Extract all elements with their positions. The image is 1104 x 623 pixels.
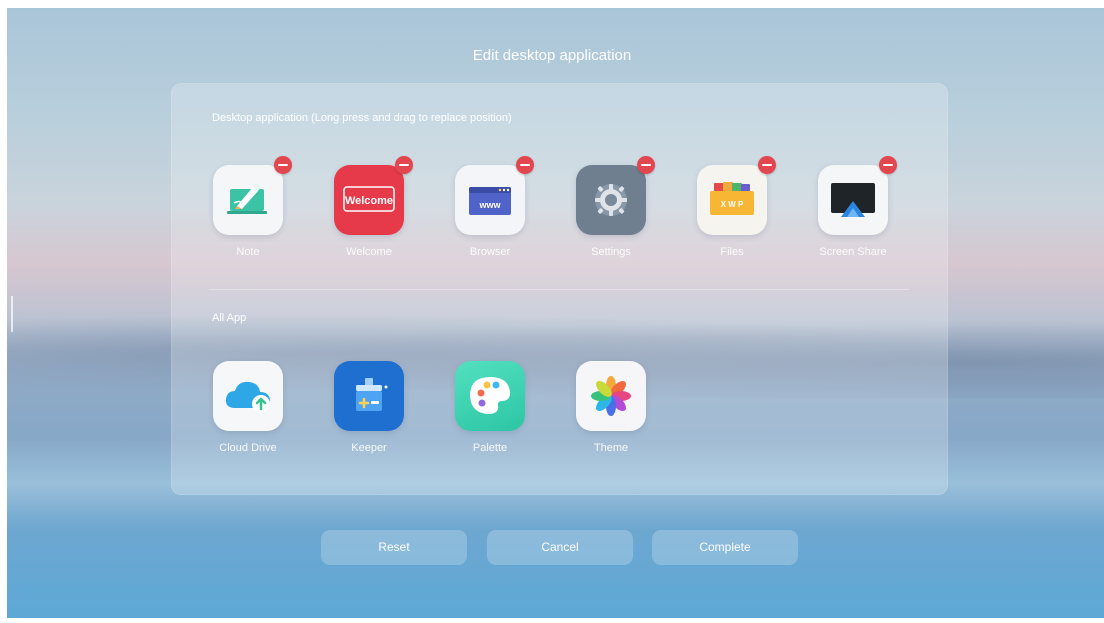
settings-icon: [576, 156, 655, 235]
remove-screen-share-button[interactable]: [879, 156, 897, 174]
remove-note-button[interactable]: [274, 156, 292, 174]
screen: Edit desktop application Desktop applica…: [0, 0, 1104, 623]
app-label: Cloud Drive: [219, 442, 277, 454]
app-label: Theme: [593, 442, 629, 454]
apps-panel: Desktop application (Long press and drag…: [171, 83, 948, 495]
app-label: Browser: [469, 246, 511, 258]
note-icon: [213, 156, 292, 235]
keeper-icon: [334, 361, 404, 431]
desktop-app-note[interactable]: Note: [198, 156, 298, 258]
remove-settings-button[interactable]: [637, 156, 655, 174]
desktop-app-browser[interactable]: www Browser: [440, 156, 540, 258]
browser-icon: www: [455, 156, 534, 235]
all-app-keeper[interactable]: Keeper: [319, 361, 419, 454]
desktop-app-screen-share[interactable]: Screen Share: [803, 156, 903, 258]
welcome-icon-text: Welcome: [345, 195, 393, 207]
welcome-icon: Welcome: [334, 156, 413, 235]
app-label: Note: [236, 246, 260, 258]
app-label: Screen Share: [819, 246, 887, 258]
cloud-drive-icon: [213, 361, 283, 431]
desktop-app-welcome[interactable]: Welcome Welcome: [319, 156, 419, 258]
app-label: Settings: [591, 246, 631, 258]
remove-browser-button[interactable]: [516, 156, 534, 174]
app-label: Files: [720, 246, 744, 258]
section-divider: [209, 289, 909, 290]
all-app-theme[interactable]: Theme: [561, 361, 661, 454]
browser-icon-text: www: [478, 200, 501, 210]
app-label: Palette: [472, 442, 508, 454]
dialog-title: Edit desktop application: [472, 47, 632, 64]
edge-handle[interactable]: [11, 296, 13, 332]
remove-files-button[interactable]: [758, 156, 776, 174]
all-apps-section-label: All App: [212, 312, 247, 324]
app-label: Keeper: [351, 442, 387, 454]
files-icon-text: X W P: [721, 200, 744, 209]
desktop-app-settings[interactable]: Settings: [561, 156, 661, 258]
files-icon: X W P: [697, 156, 776, 235]
screen-share-icon: [818, 156, 897, 235]
remove-welcome-button[interactable]: [395, 156, 413, 174]
cancel-button[interactable]: Cancel: [487, 530, 633, 565]
reset-button[interactable]: Reset: [321, 530, 467, 565]
all-app-palette[interactable]: Palette: [440, 361, 540, 454]
desktop-app-files[interactable]: X W P Files: [682, 156, 782, 258]
theme-icon: [576, 361, 646, 431]
complete-button[interactable]: Complete: [652, 530, 798, 565]
desktop-section-label: Desktop application (Long press and drag…: [212, 112, 512, 124]
app-label: Welcome: [346, 246, 392, 258]
palette-icon: [455, 361, 525, 431]
all-app-cloud-drive[interactable]: Cloud Drive: [198, 361, 298, 454]
